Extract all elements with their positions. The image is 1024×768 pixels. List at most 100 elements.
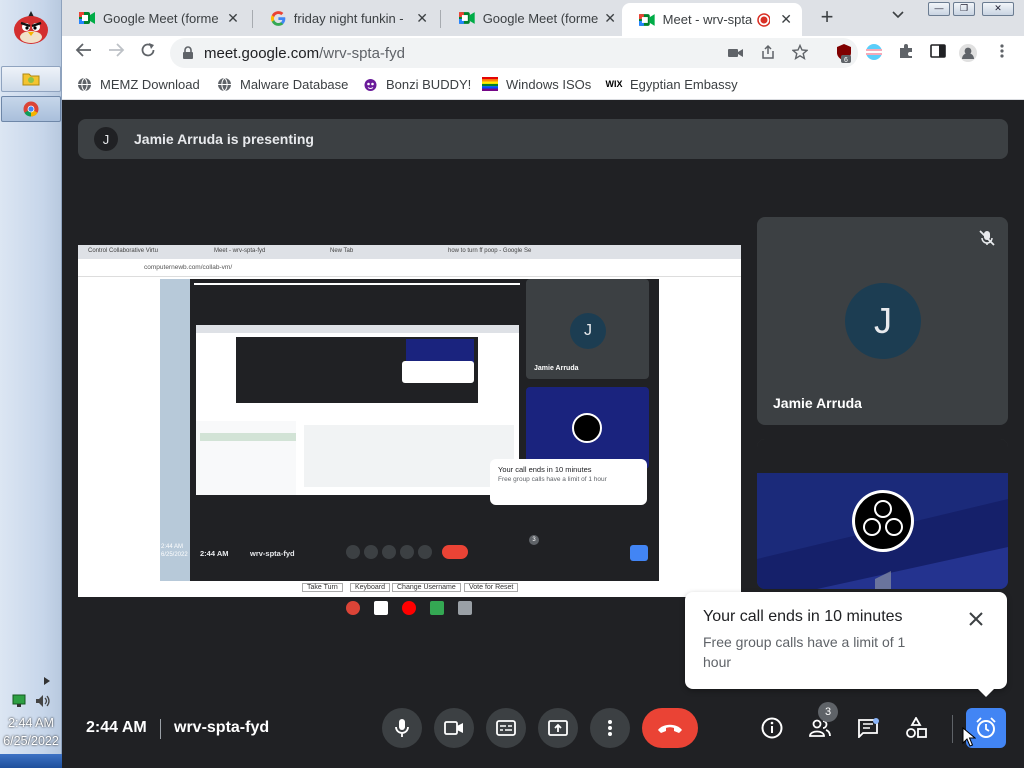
people-count-badge: 3	[818, 702, 838, 722]
lock-icon	[183, 46, 193, 59]
tab-separator	[252, 10, 253, 28]
meeting-details-button[interactable]	[752, 708, 792, 748]
url-text: meet.google.com/wrv-spta-fyd	[204, 45, 405, 62]
maximize-button[interactable]: ❐	[953, 2, 975, 16]
network-icon[interactable]	[12, 694, 28, 708]
browser-menu-icon[interactable]	[992, 43, 1012, 63]
toast-pointer	[977, 688, 995, 697]
participant-tile-obs[interactable]	[757, 439, 1008, 589]
tab-close-icon[interactable]: ✕	[602, 10, 618, 27]
meet-page: J Jamie Arruda is presenting Control Col…	[62, 101, 1024, 768]
shared-url-text: computernewb.com/collab-vm/	[144, 264, 233, 271]
share-icon[interactable]	[758, 44, 778, 64]
presenting-text: Jamie Arruda is presenting	[134, 131, 314, 147]
camera-in-use-icon[interactable]	[726, 44, 746, 64]
tab-google-meet-2[interactable]: Google Meet (forme ✕	[442, 3, 626, 33]
present-now-button[interactable]	[538, 708, 578, 748]
shared-button-label: Change Username	[392, 583, 461, 592]
new-tab-button[interactable]: +	[814, 5, 840, 31]
chat-button[interactable]	[848, 708, 888, 748]
address-bar[interactable]: meet.google.com/wrv-spta-fyd	[170, 38, 858, 68]
inner-control-button	[400, 545, 414, 559]
shared-button-label: Take Turn	[302, 583, 343, 592]
chat-icon	[858, 718, 879, 738]
shelf-play-icon	[430, 601, 444, 615]
hang-up-icon	[658, 724, 682, 733]
toast-close-icon[interactable]	[967, 610, 985, 628]
desktop-clock[interactable]: 2:44 AM 6/25/2022	[0, 714, 62, 750]
globe-icon	[216, 76, 232, 92]
microphone-button[interactable]	[382, 708, 422, 748]
inner-sidebar	[196, 421, 296, 495]
bookmark-windows-isos[interactable]: Windows ISOs	[482, 76, 591, 92]
captions-button[interactable]	[486, 708, 526, 748]
inner-inner-toast	[402, 361, 474, 383]
chrome-window: Google Meet (forme ✕ friday night funkin…	[62, 0, 1024, 768]
bookmark-egyptian-embassy[interactable]: WIX Egyptian Embassy	[606, 76, 738, 92]
shelf-youtube-icon	[402, 601, 416, 615]
bookmark-star-icon[interactable]	[790, 43, 810, 64]
inner-control-button	[364, 545, 378, 559]
video-camera-icon	[444, 721, 463, 735]
forward-button[interactable]	[104, 41, 128, 65]
close-window-button[interactable]: ✕	[982, 2, 1014, 16]
shared-top-line	[194, 283, 520, 291]
taskbar-folder-button[interactable]	[1, 66, 61, 92]
chrome-icon	[23, 101, 39, 117]
bookmark-malware-database[interactable]: Malware Database	[216, 76, 348, 92]
tab-friday-night-funkin[interactable]: friday night funkin - ✕	[254, 3, 438, 33]
side-panel-icon[interactable]	[928, 43, 948, 63]
inner-sidebar-item	[200, 433, 296, 441]
tab-google-meet-1[interactable]: Google Meet (forme ✕	[62, 3, 250, 33]
tray-expand-arrow-icon[interactable]	[44, 672, 50, 685]
tab-search-chevron-icon[interactable]	[892, 8, 904, 22]
tab-close-icon[interactable]: ✕	[225, 10, 241, 27]
inner-obs-icon	[572, 413, 602, 443]
shared-tab-title: how to turn ff poop - Google Se	[448, 248, 532, 254]
browser-toolbar: meet.google.com/wrv-spta-fyd 6	[62, 36, 1024, 70]
bookmark-memz-download[interactable]: MEMZ Download	[76, 76, 200, 92]
tab-title: Google Meet (forme	[103, 10, 219, 26]
taskbar-chrome-button[interactable]	[1, 96, 61, 122]
camera-button[interactable]	[434, 708, 474, 748]
taskbar-strip	[0, 754, 62, 768]
minimize-button[interactable]: —	[928, 2, 950, 16]
more-options-button[interactable]	[590, 708, 630, 748]
shared-desk-time: 2:44 AM	[161, 544, 184, 550]
tab-close-icon[interactable]: ✕	[778, 11, 794, 28]
mouse-cursor-icon	[962, 727, 976, 747]
desktop-taskbar: 2:44 AM 6/25/2022	[0, 0, 62, 768]
meeting-time: 2:44 AM	[86, 719, 147, 736]
reload-icon	[141, 43, 155, 57]
tab-title: friday night funkin -	[293, 10, 404, 26]
back-button[interactable]	[72, 41, 96, 65]
activities-button[interactable]	[896, 708, 936, 748]
meeting-code: wrv-spta-fyd	[174, 719, 270, 736]
trans-flag-extension-icon[interactable]	[864, 43, 884, 63]
end-call-button[interactable]	[642, 708, 698, 748]
bookmarks-bar: MEMZ Download Malware Database Bonzi BUD…	[62, 70, 1024, 100]
shared-meet-view: J Jamie Arruda Your call ends in 10 minu…	[190, 279, 659, 581]
obs-virtual-camera-feed	[757, 439, 1008, 589]
inner-toast-body: Free group calls have a limit of 1 hour	[498, 476, 607, 483]
reload-button[interactable]	[136, 41, 160, 65]
alarm-clock-icon	[976, 717, 996, 738]
ublock-extension-icon[interactable]: 6	[834, 43, 854, 64]
tab-title: Meet - wrv-spta	[662, 12, 753, 27]
shared-button-label: Keyboard	[350, 583, 390, 592]
volume-icon[interactable]	[34, 693, 52, 709]
shared-tab-strip: Control Collaborative Virtu Meet - wrv-s…	[78, 245, 741, 259]
profile-avatar-icon[interactable]	[958, 43, 978, 63]
meet-controls-bar: 2:44 AM wrv-spta-fyd 3	[62, 697, 1024, 767]
inner-tab-strip	[196, 325, 519, 333]
inner-participant-name: Jamie Arruda	[534, 365, 579, 372]
obs-logo-icon	[852, 490, 914, 552]
shelf-chrome-icon	[346, 601, 360, 615]
participant-tile-jamie[interactable]: J Jamie Arruda	[757, 217, 1008, 425]
tab-meet-active[interactable]: Meet - wrv-spta ✕	[622, 3, 802, 36]
controls-separator	[952, 715, 953, 743]
bookmark-bonzi-buddy[interactable]: Bonzi BUDDY!	[362, 76, 471, 92]
angry-bird-icon[interactable]	[10, 6, 52, 48]
extensions-puzzle-icon[interactable]	[896, 43, 916, 63]
tab-close-icon[interactable]: ✕	[414, 10, 430, 27]
